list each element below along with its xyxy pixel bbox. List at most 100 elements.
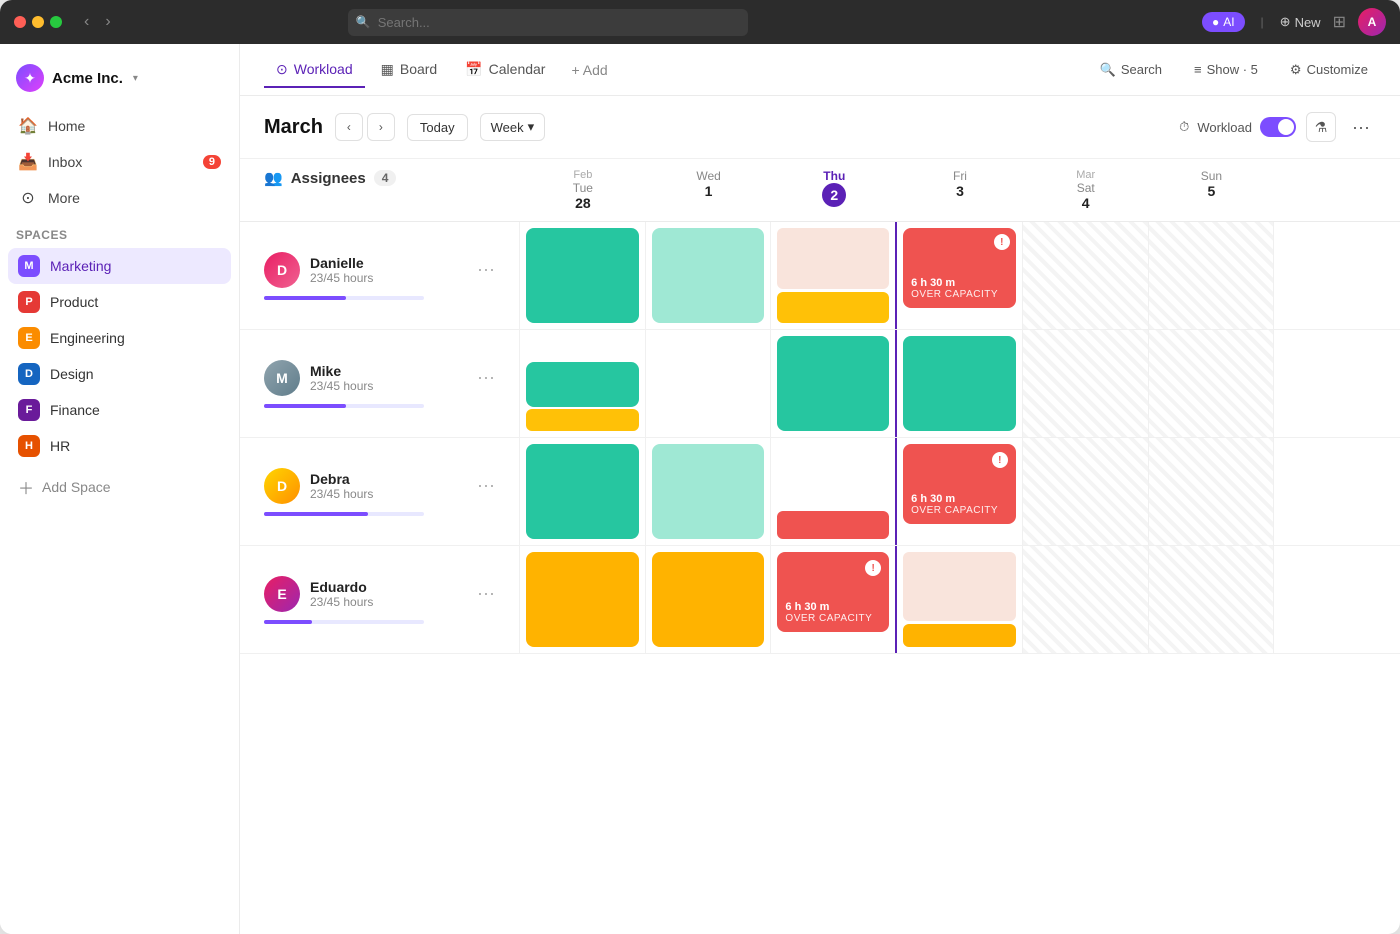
danielle-more-button[interactable]: ··· <box>477 259 495 280</box>
ai-badge[interactable]: ● AI <box>1202 12 1245 32</box>
titlebar: ‹ › 🔍 ● AI | ⊕ New ⊞ A <box>0 0 1400 44</box>
mike-day-sat <box>1023 330 1149 437</box>
tab-calendar[interactable]: 📅 Calendar <box>453 53 557 88</box>
tab-board[interactable]: ▦ Board <box>369 53 450 88</box>
eduardo-more-button[interactable]: ··· <box>477 583 495 604</box>
show-icon: ≡ <box>1194 62 1202 77</box>
sidebar-item-more[interactable]: ⊙ More <box>8 180 231 216</box>
close-dot[interactable] <box>14 16 26 28</box>
user-avatar[interactable]: A <box>1358 8 1386 36</box>
debra-progress-fill <box>264 512 368 516</box>
mike-hours: 23/45 hours <box>310 379 373 393</box>
sidebar-logo[interactable]: ✦ Acme Inc. ▾ <box>0 56 239 108</box>
add-space-button[interactable]: ＋ Add Space <box>8 468 231 506</box>
product-label: Product <box>50 294 98 310</box>
logo-chevron-icon: ▾ <box>133 73 138 84</box>
eduardo-block-thu: ! 6 h 30 m OVER CAPACITY <box>777 552 889 632</box>
home-icon: 🏠 <box>18 116 38 136</box>
eduardo-over-capacity: OVER CAPACITY <box>785 613 881 624</box>
danielle-thu-blocks <box>777 228 889 323</box>
prev-arrow-button[interactable]: ‹ <box>335 113 363 141</box>
sidebar-item-design[interactable]: D Design <box>8 356 231 392</box>
mike-text: Mike 23/45 hours <box>310 363 373 393</box>
workload-tab-icon: ⊙ <box>276 61 288 78</box>
col-wed-label: Wed <box>646 169 772 183</box>
sidebar-item-finance[interactable]: F Finance <box>8 392 231 428</box>
col-header-wed1: Wed 1 <box>646 159 772 221</box>
toggle-knob <box>1278 119 1294 135</box>
workload-grid: 👥 Assignees 4 Feb Tue 28 <box>240 159 1400 654</box>
calendar-tab-label: Calendar <box>489 61 546 77</box>
debra-avatar: D <box>264 468 300 504</box>
grid-icon[interactable]: ⊞ <box>1333 12 1346 32</box>
eduardo-day-thu: ! 6 h 30 m OVER CAPACITY <box>771 546 897 653</box>
grid-header: 👥 Assignees 4 Feb Tue 28 <box>240 159 1400 222</box>
workload-tab-label: Workload <box>294 61 353 77</box>
calendar-tab-icon: 📅 <box>465 61 482 78</box>
person-row-mike: M Mike 23/45 hours ··· <box>240 330 1400 438</box>
danielle-day-fri: ! 6 h 30 m OVER CAPACITY <box>897 222 1023 329</box>
danielle-progress-bg <box>264 296 424 300</box>
filter-button[interactable]: ⚗ <box>1306 112 1336 142</box>
back-button[interactable]: ‹ <box>78 11 95 33</box>
mike-block-thu <box>777 336 889 431</box>
workload-area: March ‹ › Today Week ▾ ⏱ Workload <box>240 96 1400 934</box>
logo-icon: ✦ <box>16 64 44 92</box>
show-label: Show · 5 <box>1207 62 1258 77</box>
search-toolbar-button[interactable]: 🔍 Search <box>1092 58 1170 82</box>
eduardo-block-fri-beige <box>903 552 1016 621</box>
maximize-dot[interactable] <box>50 16 62 28</box>
marketing-label: Marketing <box>50 258 111 274</box>
week-select[interactable]: Week ▾ <box>480 113 546 141</box>
sidebar-item-inbox[interactable]: 📥 Inbox 9 <box>8 144 231 180</box>
show-toolbar-button[interactable]: ≡ Show · 5 <box>1186 58 1266 81</box>
col-header-feb28: Feb Tue 28 <box>520 159 646 221</box>
add-tab-button[interactable]: + Add <box>561 56 617 84</box>
assignees-text: Assignees <box>291 170 366 187</box>
today-button[interactable]: Today <box>407 114 468 141</box>
eduardo-extra <box>1274 546 1400 653</box>
danielle-block-orange <box>777 292 889 323</box>
debra-day-thu <box>771 438 897 545</box>
col-feb-label: Feb <box>520 169 646 181</box>
design-dot: D <box>18 363 40 385</box>
finance-label: Finance <box>50 402 100 418</box>
danielle-extra <box>1274 222 1400 329</box>
sidebar-item-marketing[interactable]: M Marketing <box>8 248 231 284</box>
debra-block-fri: ! 6 h 30 m OVER CAPACITY <box>903 444 1016 524</box>
next-arrow-button[interactable]: › <box>367 113 395 141</box>
more-options-button[interactable]: ··· <box>1346 112 1376 142</box>
tab-workload[interactable]: ⊙ Workload <box>264 53 365 88</box>
new-icon: ⊕ <box>1280 14 1291 30</box>
danielle-day-wed <box>646 222 772 329</box>
sidebar-item-product[interactable]: P Product <box>8 284 231 320</box>
debra-progress-bg <box>264 512 424 516</box>
workload-toggle[interactable] <box>1260 117 1296 137</box>
customize-toolbar-button[interactable]: ⚙ Customize <box>1282 58 1376 82</box>
new-button[interactable]: ⊕ New <box>1280 14 1321 30</box>
danielle-day-thu <box>771 222 897 329</box>
sidebar-item-home[interactable]: 🏠 Home <box>8 108 231 144</box>
col-fri-label: Fri <box>897 169 1023 183</box>
sidebar-item-hr[interactable]: H HR <box>8 428 231 464</box>
eduardo-day-fri <box>897 546 1023 653</box>
debra-hours: 23/45 hours <box>310 487 373 501</box>
sidebar-item-engineering[interactable]: E Engineering <box>8 320 231 356</box>
col-4-num: 4 <box>1023 195 1149 211</box>
mike-info: M Mike 23/45 hours ··· <box>240 330 520 437</box>
customize-label: Customize <box>1307 62 1368 77</box>
add-space-icon: ＋ <box>18 475 34 499</box>
eduardo-text: Eduardo 23/45 hours <box>310 579 373 609</box>
debra-more-button[interactable]: ··· <box>477 475 495 496</box>
danielle-capacity-label: 6 h 30 m <box>911 277 1008 289</box>
search-input[interactable] <box>348 9 748 36</box>
minimize-dot[interactable] <box>32 16 44 28</box>
tabs-toolbar: 🔍 Search ≡ Show · 5 ⚙ Customize <box>1092 58 1376 82</box>
forward-button[interactable]: › <box>99 11 116 33</box>
search-bar[interactable]: 🔍 <box>348 9 748 36</box>
mike-more-button[interactable]: ··· <box>477 367 495 388</box>
eduardo-day-sun <box>1149 546 1275 653</box>
danielle-day-sat <box>1023 222 1149 329</box>
hr-label: HR <box>50 438 70 454</box>
debra-day-fri: ! 6 h 30 m OVER CAPACITY <box>897 438 1023 545</box>
